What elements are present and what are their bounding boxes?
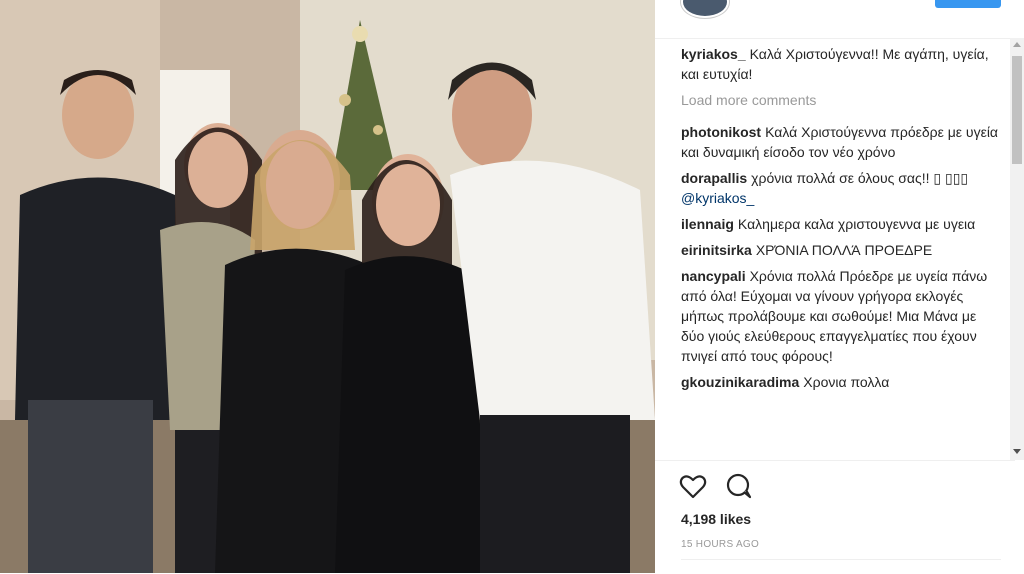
comments-scrollbar[interactable]: [1010, 38, 1024, 460]
avatar[interactable]: [681, 0, 729, 18]
scroll-down-arrow-icon[interactable]: [1013, 449, 1021, 454]
comment-username[interactable]: eirinitsirka: [681, 242, 752, 258]
comment-item: eirinitsirka ΧΡΌΝΙΑ ΠΟΛΛΆ ΠΡΟΕΔΡΕ: [681, 240, 1001, 260]
comment-text: Καλημερα καλα χριστουγεννα με υγεια: [737, 216, 976, 232]
scroll-up-arrow-icon[interactable]: [1013, 42, 1021, 47]
comment-item: dorapallis χρόνια πολλά σε όλους σας!! ▯ …: [681, 168, 1001, 208]
comment-text: χρόνια πολλά σε όλους σας!! ▯ ▯▯▯: [751, 170, 969, 186]
family-photo: [0, 0, 655, 573]
post-header: [655, 0, 1015, 39]
follow-button[interactable]: [935, 0, 1001, 8]
comment-username[interactable]: dorapallis: [681, 170, 747, 186]
comment-username[interactable]: photonikost: [681, 124, 761, 140]
comment-item: ilennaig Καλημερα καλα χριστουγεννα με υγ…: [681, 214, 1001, 234]
post-side-panel: kyriakos_ Καλά Χριστούγεννα!! Με αγάπη, υ…: [655, 0, 1024, 573]
caption: kyriakos_ Καλά Χριστούγεννα!! Με αγάπη, υ…: [681, 44, 1001, 84]
post-actions: 4,198 likes 15 HOURS AGO: [655, 460, 1015, 574]
comments-list: kyriakos_ Καλά Χριστούγεννα!! Με αγάπη, υ…: [681, 44, 1001, 460]
post-photo[interactable]: [0, 0, 655, 573]
comment-item: gkouzinikaradima Χρονια πολλα: [681, 372, 1001, 392]
load-more-comments-link[interactable]: Load more comments: [681, 90, 1001, 110]
comment-text: ΧΡΌΝΙΑ ΠΟΛΛΆ ΠΡΟΕΔΡΕ: [755, 242, 933, 258]
scrollbar-thumb[interactable]: [1012, 56, 1022, 164]
heart-outline-icon[interactable]: [679, 473, 707, 504]
comment-item: nancypali Χρόνια πολλά Πρόεδρε με υγεία π…: [681, 266, 1001, 366]
comment-username[interactable]: gkouzinikaradima: [681, 374, 799, 390]
comment-username[interactable]: ilennaig: [681, 216, 734, 232]
caption-username[interactable]: kyriakos_: [681, 46, 746, 62]
likes-count[interactable]: 4,198 likes: [681, 511, 751, 527]
divider: [681, 559, 1001, 560]
comment-text: Χρονια πολλα: [803, 374, 890, 390]
comment-mention-link[interactable]: @kyriakos_: [681, 190, 754, 206]
comment-item: photonikost Καλά Χριστούγεννα πρόεδρε με …: [681, 122, 1001, 162]
speech-bubble-icon[interactable]: [725, 473, 753, 504]
post-timestamp: 15 HOURS AGO: [681, 539, 760, 550]
comment-username[interactable]: nancypali: [681, 268, 746, 284]
